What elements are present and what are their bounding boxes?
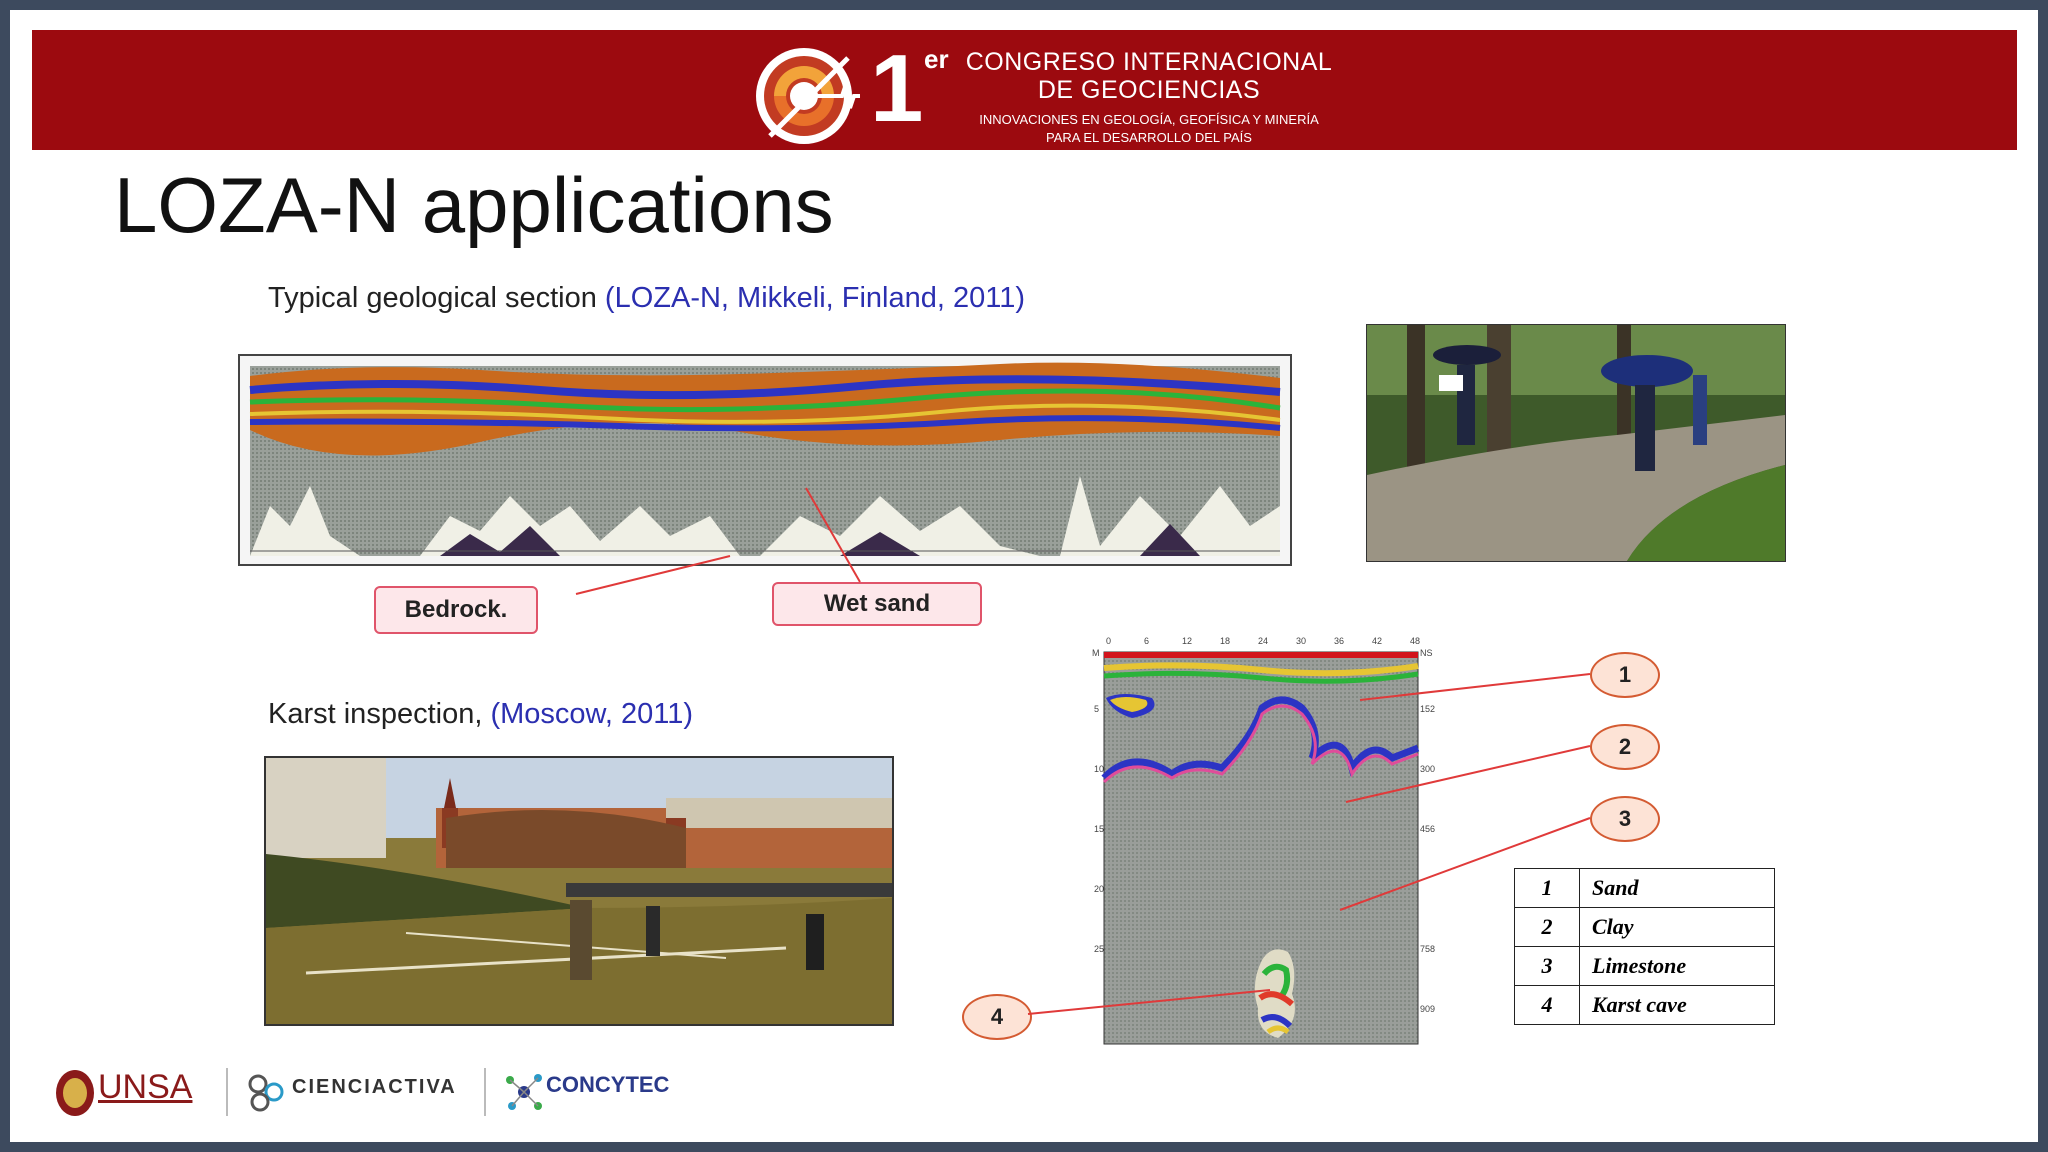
tick-label: 30: [1296, 636, 1306, 646]
conference-header: 1 er CONGRESO INTERNACIONAL DE GEOCIENCI…: [32, 30, 2017, 150]
unsa-seal-icon: [56, 1070, 94, 1116]
congress-logo-icon: [756, 48, 860, 144]
legend-row: 1 Sand: [1514, 868, 1775, 908]
legend-material: Karst cave: [1579, 985, 1775, 1025]
congress-name-line2: DE GEOCIENCIAS: [1037, 76, 1261, 104]
legend-material: Limestone: [1579, 946, 1775, 986]
legend-row: 3 Limestone: [1514, 946, 1775, 986]
tick-label: 6: [1144, 636, 1149, 646]
cienciactiva-logo-text: CIENCIACTIVA: [292, 1076, 457, 1098]
tick-label: 48: [1410, 636, 1420, 646]
karst-inspection-caption: Karst inspection, (Moscow, 2011): [268, 698, 693, 731]
tick-label: 0: [1106, 636, 1111, 646]
wet-sand-callout: Wet sand: [772, 582, 982, 626]
legend-material: Sand: [1579, 868, 1775, 908]
unsa-logo-text: UNSA: [98, 1068, 193, 1106]
depth-label: 20: [1094, 884, 1104, 894]
logo-number: 1: [870, 35, 924, 142]
tick-label: 36: [1334, 636, 1344, 646]
layer-marker-3: 3: [1590, 796, 1660, 842]
typical-section-caption: Typical geological section (LOZA-N, Mikk…: [268, 282, 1025, 315]
tick-label: 12: [1182, 636, 1192, 646]
legend-row: 4 Karst cave: [1514, 985, 1775, 1025]
congress-name-line1: CONGRESO INTERNACIONAL: [965, 48, 1333, 76]
depth-label: 456: [1420, 824, 1435, 834]
layer-marker-1: 1: [1590, 652, 1660, 698]
radargram-top-ticks: 0 6 12 18 24 30 36 42 48: [1106, 636, 1420, 646]
axis-unit: NS: [1420, 648, 1433, 658]
congress-tagline-line1: INNOVACIONES EN GEOLOGÍA, GEOFÍSICA Y MI…: [979, 112, 1319, 127]
axis-unit: M: [1092, 648, 1100, 658]
depth-label: 758: [1420, 944, 1435, 954]
logo-superscript: er: [924, 44, 949, 74]
layer-marker-2: 2: [1590, 724, 1660, 770]
depth-label: 25: [1094, 944, 1104, 954]
slide-title: LOZA-N applications: [114, 161, 834, 249]
caption-text: Typical geological section: [268, 282, 605, 314]
concytec-logo-icon: [506, 1074, 542, 1110]
slide: 1 er CONGRESO INTERNACIONAL DE GEOCIENCI…: [10, 10, 2038, 1142]
layer-marker-4: 4: [962, 994, 1032, 1040]
footer-divider: [226, 1068, 228, 1116]
field-survey-photo-finland: [1366, 324, 1786, 562]
depth-label: 300: [1420, 764, 1435, 774]
legend-number: 2: [1514, 907, 1580, 947]
sponsor-footer: UNSA CIENCIACTIVA CONCYTEC: [40, 1060, 740, 1130]
tick-label: 24: [1258, 636, 1268, 646]
legend-number: 3: [1514, 946, 1580, 986]
bedrock-callout: Bedrock.: [374, 586, 538, 634]
depth-label: 152: [1420, 704, 1435, 714]
legend-number: 1: [1514, 868, 1580, 908]
footer-divider: [484, 1068, 486, 1116]
caption-source: (LOZA-N, Mikkeli, Finland, 2011): [604, 282, 1026, 314]
congress-tagline-line2: PARA EL DESARROLLO DEL PAÍS: [1046, 130, 1252, 145]
layer-legend-table: 1 Sand 2 Clay 3 Limestone 4 Karst cave: [1514, 868, 1775, 1025]
caption-text: Karst inspection,: [268, 698, 491, 730]
radargram-left-depths: 5 10 15 20 25: [1094, 704, 1104, 954]
legend-material: Clay: [1579, 907, 1775, 947]
tick-label: 18: [1220, 636, 1230, 646]
depth-label: 909: [1420, 1004, 1435, 1014]
legend-number: 4: [1514, 985, 1580, 1025]
geological-section-radargram: [238, 354, 1292, 566]
depth-label: 10: [1094, 764, 1104, 774]
cienciactiva-logo-icon: [248, 1074, 284, 1112]
depth-label: 5: [1094, 704, 1099, 714]
concytec-logo-text: CONCYTEC: [546, 1072, 670, 1097]
depth-label: 15: [1094, 824, 1104, 834]
legend-row: 2 Clay: [1514, 907, 1775, 947]
radargram-right-depths: 152 300 456 758 909: [1420, 704, 1435, 1014]
tick-label: 42: [1372, 636, 1382, 646]
caption-source: (Moscow, 2011): [490, 698, 693, 730]
karst-radargram: 0 6 12 18 24 30 36 42 48 M NS 5 10 15 20…: [1092, 636, 1435, 1045]
karst-survey-photo-moscow: [264, 756, 894, 1026]
